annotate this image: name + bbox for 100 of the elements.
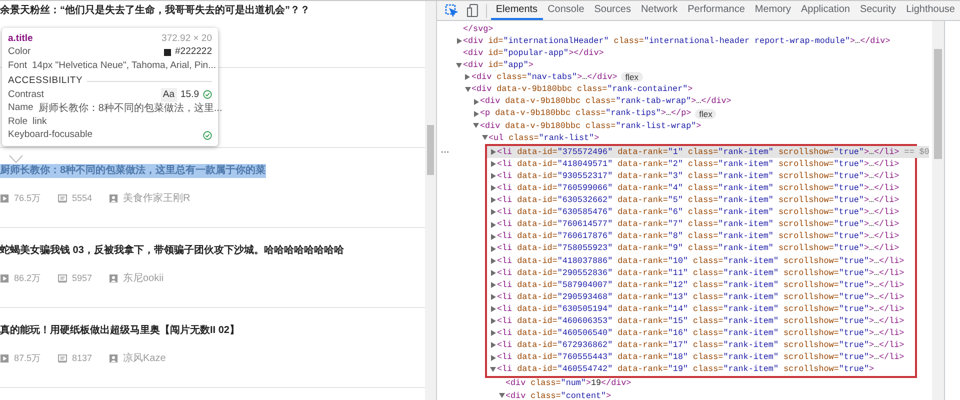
property-label: Role <box>8 114 28 129</box>
color-swatch <box>164 48 172 56</box>
property-value: 14px "Helvetica Neue", Tahoma, Arial, Pin... <box>32 58 216 73</box>
collapse-arrow-icon[interactable] <box>464 87 470 92</box>
expand-arrow-icon[interactable] <box>456 38 462 44</box>
dom-node-row[interactable]: <div id="app"> <box>437 59 932 72</box>
video-title[interactable]: 真的能玩！用硬纸板做出超级马里奥【闯片无数II 02】 <box>0 324 240 338</box>
dom-node-row[interactable]: </svg> <box>437 23 932 36</box>
expand-arrow-icon[interactable] <box>490 282 496 288</box>
html-tag-code: <div id="popular-app"></div> <box>463 46 604 60</box>
collapse-arrow-icon[interactable] <box>498 393 504 398</box>
property-label: Name <box>8 101 34 116</box>
scrollbar[interactable] <box>425 1 437 400</box>
expand-arrow-icon[interactable] <box>490 246 496 252</box>
property-value: 厨师长教你：8种不同的包菜做法，这里... <box>38 102 222 116</box>
tooltip-pointer <box>9 155 23 163</box>
scrollbar-thumb[interactable] <box>427 125 434 175</box>
expand-arrow-icon[interactable] <box>490 318 496 324</box>
section-heading: ACCESSIBILITY <box>8 74 83 88</box>
contrast-ratio: 15.9 <box>180 88 199 102</box>
html-tag-code: <div class="num">19</div> <box>506 377 632 390</box>
user-icon <box>109 194 118 203</box>
expand-arrow-icon[interactable] <box>490 161 496 168</box>
dom-node-row[interactable]: <div data-v-9b180bbc class="rank-tab-wrap">…</div> <box>437 96 932 108</box>
html-tag-code: <div id="internationalHeader" class="international-header report-wrap-module">…</div> <box>463 34 890 48</box>
devtools-tab[interactable]: Security <box>854 1 902 20</box>
property-label: Font <box>8 58 28 73</box>
expand-arrow-icon[interactable] <box>465 74 470 80</box>
expand-arrow-icon[interactable] <box>490 294 496 300</box>
video-title[interactable]: 蛇蝎美女骗我钱 03，反被我拿下，带领骗子团伙攻下沙城。哈哈哈哈哈哈哈哈 <box>0 244 344 258</box>
dom-node-row[interactable]: <ul class="rank-list"> <box>437 132 932 144</box>
comment-icon <box>58 194 67 203</box>
html-tag-code: <p data-v-9b180bbc class="rank-tips">…</p> <box>480 107 692 120</box>
property-value: #222222 <box>175 45 212 60</box>
expand-arrow-icon[interactable] <box>490 342 496 348</box>
devtools-tab[interactable]: Network <box>636 1 683 20</box>
layout-badge: flex <box>621 72 643 82</box>
author-name: 东尼ookii <box>123 272 164 286</box>
devtools-tab[interactable]: Lighthouse <box>901 1 960 20</box>
comment-icon <box>58 354 67 363</box>
device-icon[interactable] <box>466 4 478 17</box>
layout-badge: flex <box>695 108 716 119</box>
user-icon <box>109 274 118 283</box>
expand-arrow-icon[interactable] <box>490 148 496 155</box>
expand-arrow-icon[interactable] <box>490 258 496 264</box>
element-size: 372.92 × 20 <box>162 32 212 46</box>
html-tag-code: <div data-v-9b180bbc class="rank-container"> <box>472 83 693 96</box>
dom-node-row[interactable]: <div data-v-9b180bbc class="rank-list-wrap"> <box>437 120 932 132</box>
expand-arrow-icon[interactable] <box>490 209 496 216</box>
expand-arrow-icon[interactable] <box>490 270 496 276</box>
expand-arrow-icon[interactable] <box>490 173 496 180</box>
expand-arrow-icon[interactable] <box>490 222 496 228</box>
comment-count: 5957 <box>72 272 92 285</box>
author-name: 美食作家王刚R <box>123 192 190 206</box>
html-tag-code: <div data-v-9b180bbc class="rank-list-wrap"> <box>480 120 702 132</box>
devtools-tab[interactable]: Performance <box>682 1 750 20</box>
dom-node-row[interactable]: <div class="content"> <box>437 390 932 400</box>
collapse-arrow-icon[interactable] <box>456 62 462 68</box>
comment-count: 8137 <box>72 352 92 365</box>
html-tag-code: <div data-v-9b180bbc class="rank-tab-wrap">…</div> <box>480 95 732 108</box>
expand-arrow-icon[interactable] <box>490 185 496 192</box>
comment-count: 5554 <box>72 192 92 205</box>
dom-node-row[interactable]: <div id="popular-app"></div> <box>437 47 932 60</box>
collapse-arrow-icon[interactable] <box>482 135 488 140</box>
expand-arrow-icon[interactable] <box>474 110 478 117</box>
dom-node-row[interactable]: <div class="nav-tabs">…</div> flex <box>437 71 932 84</box>
collapse-arrow-icon[interactable] <box>473 123 479 128</box>
devtools-tab[interactable]: Memory <box>750 1 796 20</box>
element-selector: a.title <box>8 32 33 46</box>
contrast-sample: Aa <box>160 88 176 102</box>
devtools-tab[interactable]: Sources <box>589 1 636 20</box>
dom-node-row[interactable]: <div data-v-9b180bbc class="rank-container"> <box>437 83 932 96</box>
dom-node-row[interactable]: <div id="internationalHeader" class="international-header report-wrap-module">…</div> <box>437 35 932 48</box>
play-count: 87.5万 <box>14 352 41 365</box>
expand-arrow-icon[interactable] <box>490 306 496 312</box>
expand-arrow-icon[interactable] <box>474 98 478 105</box>
panel-scrollbar[interactable] <box>932 21 944 400</box>
play-count: 76.5万 <box>14 192 41 205</box>
html-tag-code: </svg> <box>463 22 494 36</box>
user-icon <box>109 354 118 363</box>
property-label: Contrast <box>8 88 44 102</box>
devtools-tab[interactable]: Application <box>796 1 855 20</box>
dom-node-row[interactable]: <p data-v-9b180bbc class="rank-tips">…</p> flex <box>437 108 932 120</box>
html-tag-code: <div class="nav-tabs">…</div> <box>472 71 618 84</box>
html-tag-code: <ul class="rank-list"> <box>488 132 600 144</box>
expand-arrow-icon[interactable] <box>490 354 496 361</box>
scrollbar-thumb[interactable] <box>934 49 942 159</box>
property-label: Color <box>8 45 31 60</box>
dom-node-row[interactable]: <div class="num">19</div> <box>437 378 932 390</box>
play-count: 86.2万 <box>14 272 41 285</box>
collapse-arrow-icon[interactable] <box>490 367 496 372</box>
author-name: 凉风Kaze <box>123 352 166 366</box>
expand-arrow-icon[interactable] <box>490 234 496 240</box>
expand-arrow-icon[interactable] <box>490 197 496 204</box>
html-tag-code: <div class="content"> <box>506 390 612 400</box>
video-title[interactable]: 余景天粉丝：“他们只是失去了生命，我哥哥失去的可是出道机会”？？ <box>0 4 310 18</box>
inspect-icon[interactable] <box>445 4 458 17</box>
expand-arrow-icon[interactable] <box>490 330 496 336</box>
devtools-tab[interactable]: Console <box>542 1 590 20</box>
property-value: link <box>32 114 47 129</box>
